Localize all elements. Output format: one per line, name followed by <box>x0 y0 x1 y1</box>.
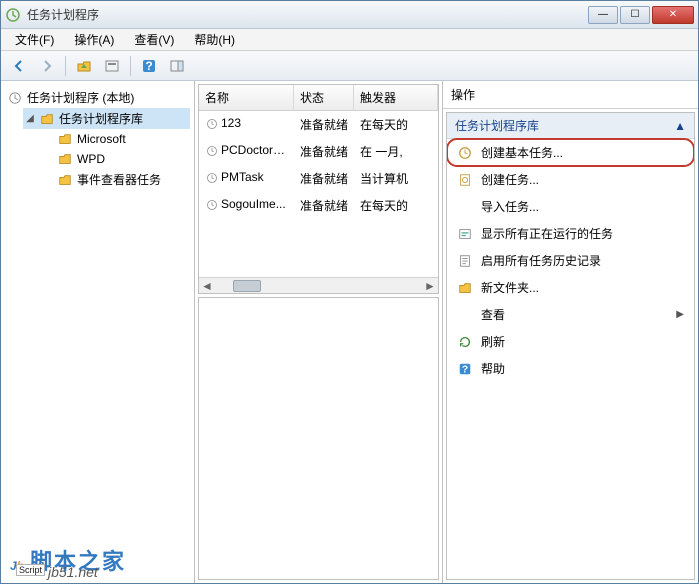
action-item[interactable]: ? 帮助 <box>447 355 694 382</box>
properties-button[interactable] <box>100 54 124 78</box>
action-label: 新文件夹... <box>481 279 539 296</box>
action-item[interactable]: 刷新 <box>447 328 694 355</box>
close-button[interactable]: ✕ <box>652 6 694 24</box>
help-button[interactable]: ? <box>137 54 161 78</box>
clock-icon <box>205 117 219 131</box>
action-label: 查看 <box>481 306 505 323</box>
actions-title: 操作 <box>443 81 698 109</box>
up-folder-button[interactable] <box>72 54 96 78</box>
action-item[interactable]: 创建基本任务... <box>447 139 694 166</box>
toolbar-separator <box>65 56 66 76</box>
tree-root-label: 任务计划程序 (本地) <box>27 89 134 106</box>
scroll-left-icon[interactable]: ◄ <box>199 279 215 293</box>
scroll-right-icon[interactable]: ► <box>422 279 438 293</box>
toolbar: ? <box>1 51 698 81</box>
clock-icon <box>205 171 219 185</box>
action-label: 启用所有任务历史记录 <box>481 252 601 269</box>
help-icon: ? <box>457 361 473 377</box>
folder-icon <box>57 172 73 188</box>
window-title: 任务计划程序 <box>27 6 588 23</box>
action-item[interactable]: 新文件夹... <box>447 274 694 301</box>
tree-root[interactable]: 任务计划程序 (本地) <box>5 87 190 108</box>
forward-button[interactable] <box>35 54 59 78</box>
folder-icon <box>57 151 73 167</box>
app-icon <box>5 7 21 23</box>
column-trigger[interactable]: 触发器 <box>354 85 438 110</box>
none-icon <box>457 199 473 215</box>
panel-button[interactable] <box>165 54 189 78</box>
clock-icon <box>205 198 219 212</box>
maximize-button[interactable]: ☐ <box>620 6 650 24</box>
middle-pane: 名称 状态 触发器 123准备就绪在每天的PCDoctorB...准备就绪在 一… <box>195 81 443 583</box>
tree-library[interactable]: ◢ 任务计划程序库 <box>23 108 190 129</box>
none-icon <box>457 307 473 323</box>
action-item[interactable]: 查看 ▶ <box>447 301 694 328</box>
task-icon <box>457 172 473 188</box>
action-label: 显示所有正在运行的任务 <box>481 225 613 242</box>
task-list: 名称 状态 触发器 123准备就绪在每天的PCDoctorB...准备就绪在 一… <box>198 84 439 294</box>
tree-item[interactable]: WPD <box>41 149 190 169</box>
menu-action[interactable]: 操作(A) <box>66 29 122 50</box>
scroll-thumb[interactable] <box>233 280 261 292</box>
submenu-arrow-icon: ▶ <box>676 309 684 320</box>
folder-icon <box>457 280 473 296</box>
history-icon <box>457 253 473 269</box>
table-row[interactable]: 123准备就绪在每天的 <box>199 111 438 138</box>
table-row[interactable]: SogouIme...准备就绪在每天的 <box>199 192 438 219</box>
tree-item[interactable]: 事件查看器任务 <box>41 169 190 190</box>
action-label: 刷新 <box>481 333 505 350</box>
minimize-button[interactable]: — <box>588 6 618 24</box>
tree-library-label: 任务计划程序库 <box>59 110 143 127</box>
folder-icon <box>39 111 55 127</box>
actions-body: 任务计划程序库 ▲ 创建基本任务... 创建任务... 导入任务... 显示所有正在运… <box>446 112 695 580</box>
detail-pane <box>198 297 439 580</box>
back-button[interactable] <box>7 54 31 78</box>
clock-icon <box>457 145 473 161</box>
action-label: 创建任务... <box>481 171 539 188</box>
svg-text:?: ? <box>462 363 468 375</box>
refresh-icon <box>457 334 473 350</box>
clock-icon <box>7 90 23 106</box>
action-label: 创建基本任务... <box>481 144 563 161</box>
actions-group-label: 任务计划程序库 <box>455 117 539 134</box>
svg-text:?: ? <box>145 59 152 73</box>
actions-pane: 操作 任务计划程序库 ▲ 创建基本任务... 创建任务... 导入任务... 显示所有… <box>443 81 698 583</box>
titlebar: 任务计划程序 — ☐ ✕ <box>1 1 698 29</box>
app-window: 任务计划程序 — ☐ ✕ 文件(F) 操作(A) 查看(V) 帮助(H) ? 任… <box>0 0 699 584</box>
clock-icon <box>205 144 219 158</box>
action-item[interactable]: 启用所有任务历史记录 <box>447 247 694 274</box>
menu-help[interactable]: 帮助(H) <box>186 29 243 50</box>
list-body: 123准备就绪在每天的PCDoctorB...准备就绪在 一月, PMTask准… <box>199 111 438 277</box>
action-label: 帮助 <box>481 360 505 377</box>
action-item[interactable]: 显示所有正在运行的任务 <box>447 220 694 247</box>
menu-file[interactable]: 文件(F) <box>7 29 62 50</box>
menu-view[interactable]: 查看(V) <box>126 29 182 50</box>
collapse-icon[interactable]: ◢ <box>25 113 35 124</box>
running-icon <box>457 226 473 242</box>
window-controls: — ☐ ✕ <box>588 6 694 24</box>
horizontal-scrollbar[interactable]: ◄ ► <box>199 277 438 293</box>
tree-item[interactable]: Microsoft <box>41 129 190 149</box>
table-row[interactable]: PMTask准备就绪当计算机 <box>199 165 438 192</box>
table-row[interactable]: PCDoctorB...准备就绪在 一月, <box>199 138 438 165</box>
action-item[interactable]: 导入任务... <box>447 193 694 220</box>
action-label: 导入任务... <box>481 198 539 215</box>
content-area: 任务计划程序 (本地) ◢ 任务计划程序库 Microsoft WPD 事件查看器任… <box>1 81 698 583</box>
column-name[interactable]: 名称 <box>199 85 294 110</box>
actions-group-header[interactable]: 任务计划程序库 ▲ <box>447 113 694 139</box>
collapse-up-icon: ▲ <box>674 119 686 133</box>
column-status[interactable]: 状态 <box>294 85 354 110</box>
list-header: 名称 状态 触发器 <box>199 85 438 111</box>
tree-item-label: Microsoft <box>77 132 126 146</box>
action-item[interactable]: 创建任务... <box>447 166 694 193</box>
tree-item-label: WPD <box>77 152 105 166</box>
folder-icon <box>57 131 73 147</box>
menubar: 文件(F) 操作(A) 查看(V) 帮助(H) <box>1 29 698 51</box>
tree-pane: 任务计划程序 (本地) ◢ 任务计划程序库 Microsoft WPD 事件查看器任… <box>1 81 195 583</box>
tree-item-label: 事件查看器任务 <box>77 171 161 188</box>
toolbar-separator <box>130 56 131 76</box>
